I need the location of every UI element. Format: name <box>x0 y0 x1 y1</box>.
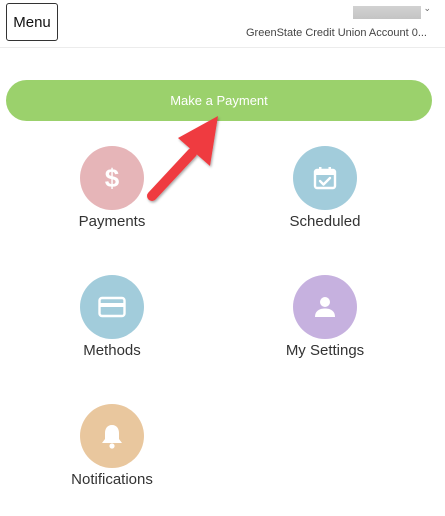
svg-text:$: $ <box>105 163 120 193</box>
calendar-check-icon <box>293 146 357 210</box>
tile-label: Methods <box>83 342 141 359</box>
account-name: GreenState Credit Union Account 0... <box>246 27 427 39</box>
tile-notifications[interactable]: Notifications <box>32 404 192 504</box>
credit-card-icon <box>80 275 144 339</box>
tile-label: Payments <box>78 213 146 230</box>
header-divider <box>0 47 445 48</box>
account-selector[interactable]: ⌄ GreenState Credit Union Account 0... <box>201 3 431 43</box>
bell-icon <box>80 404 144 468</box>
menu-button[interactable]: Menu <box>6 3 58 41</box>
tile-scheduled[interactable]: Scheduled <box>245 146 405 246</box>
tile-methods[interactable]: Methods <box>32 275 192 375</box>
annotation-arrow-icon <box>147 116 218 201</box>
chevron-down-icon[interactable]: ⌄ <box>423 3 431 13</box>
tile-my-settings[interactable]: My Settings <box>245 275 405 375</box>
person-icon <box>293 275 357 339</box>
tile-label: Notifications <box>71 471 153 488</box>
redacted-username <box>353 6 421 19</box>
dollar-icon: $ <box>80 146 144 210</box>
tile-label: My Settings <box>285 342 365 359</box>
tile-label: Scheduled <box>289 213 361 230</box>
